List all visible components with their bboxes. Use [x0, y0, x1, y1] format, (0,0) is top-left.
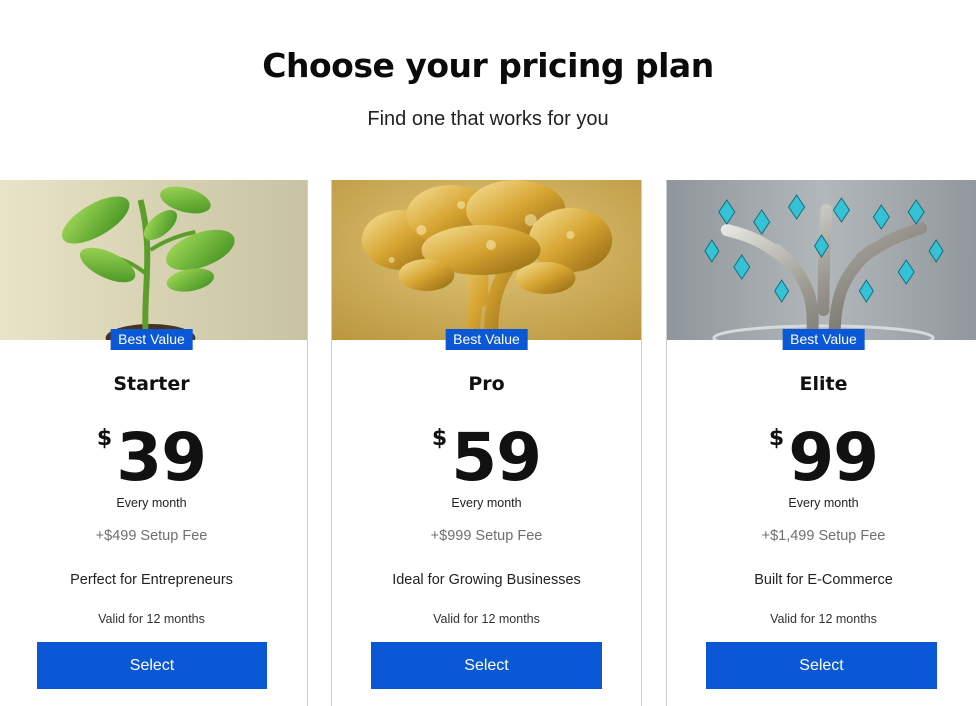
plan-price: $39: [0, 420, 307, 496]
plan-card-starter: Best Value Starter $39 Every month +$499…: [0, 180, 308, 706]
best-value-badge: Best Value: [110, 329, 193, 350]
setup-fee: +$499 Setup Fee: [95, 528, 208, 544]
plan-tagline: Ideal for Growing Businesses: [392, 572, 581, 588]
plan-tagline: Built for E-Commerce: [754, 572, 893, 588]
select-pro-button[interactable]: Select: [371, 642, 602, 689]
best-value-badge: Best Value: [445, 329, 528, 350]
plan-validity: Valid for 12 months: [98, 612, 205, 626]
plan-validity: Valid for 12 months: [770, 612, 877, 626]
plan-card-elite: Best Value Elite $99 Every month +$1,499…: [666, 180, 976, 706]
plan-name: Starter: [113, 373, 190, 395]
page-title: Choose your pricing plan: [262, 46, 714, 85]
currency-symbol: $: [431, 426, 448, 451]
select-starter-button[interactable]: Select: [37, 642, 267, 689]
crystal-tree-icon: [667, 180, 976, 340]
setup-fee: +$1,499 Setup Fee: [761, 528, 886, 544]
price-amount: 99: [788, 419, 879, 496]
plan-validity: Valid for 12 months: [433, 612, 540, 626]
billing-period: Every month: [451, 496, 522, 510]
plan-name: Elite: [799, 373, 848, 395]
plan-price: $59: [332, 420, 641, 496]
plan-name: Pro: [468, 373, 505, 395]
best-value-badge: Best Value: [782, 329, 865, 350]
billing-period: Every month: [788, 496, 859, 510]
select-elite-button[interactable]: Select: [706, 642, 937, 689]
currency-symbol: $: [96, 426, 113, 451]
plan-tagline: Perfect for Entrepreneurs: [70, 572, 233, 588]
setup-fee: +$999 Setup Fee: [430, 528, 543, 544]
currency-symbol: $: [768, 426, 785, 451]
plan-price: $99: [667, 420, 976, 496]
sprout-plant-icon: [0, 180, 307, 340]
golden-tree-icon: [332, 180, 641, 340]
billing-period: Every month: [116, 496, 187, 510]
price-amount: 59: [451, 419, 542, 496]
price-amount: 39: [116, 419, 207, 496]
page-subtitle: Find one that works for you: [367, 108, 609, 130]
plan-card-pro: Best Value Pro $59 Every month +$999 Set…: [331, 180, 642, 706]
